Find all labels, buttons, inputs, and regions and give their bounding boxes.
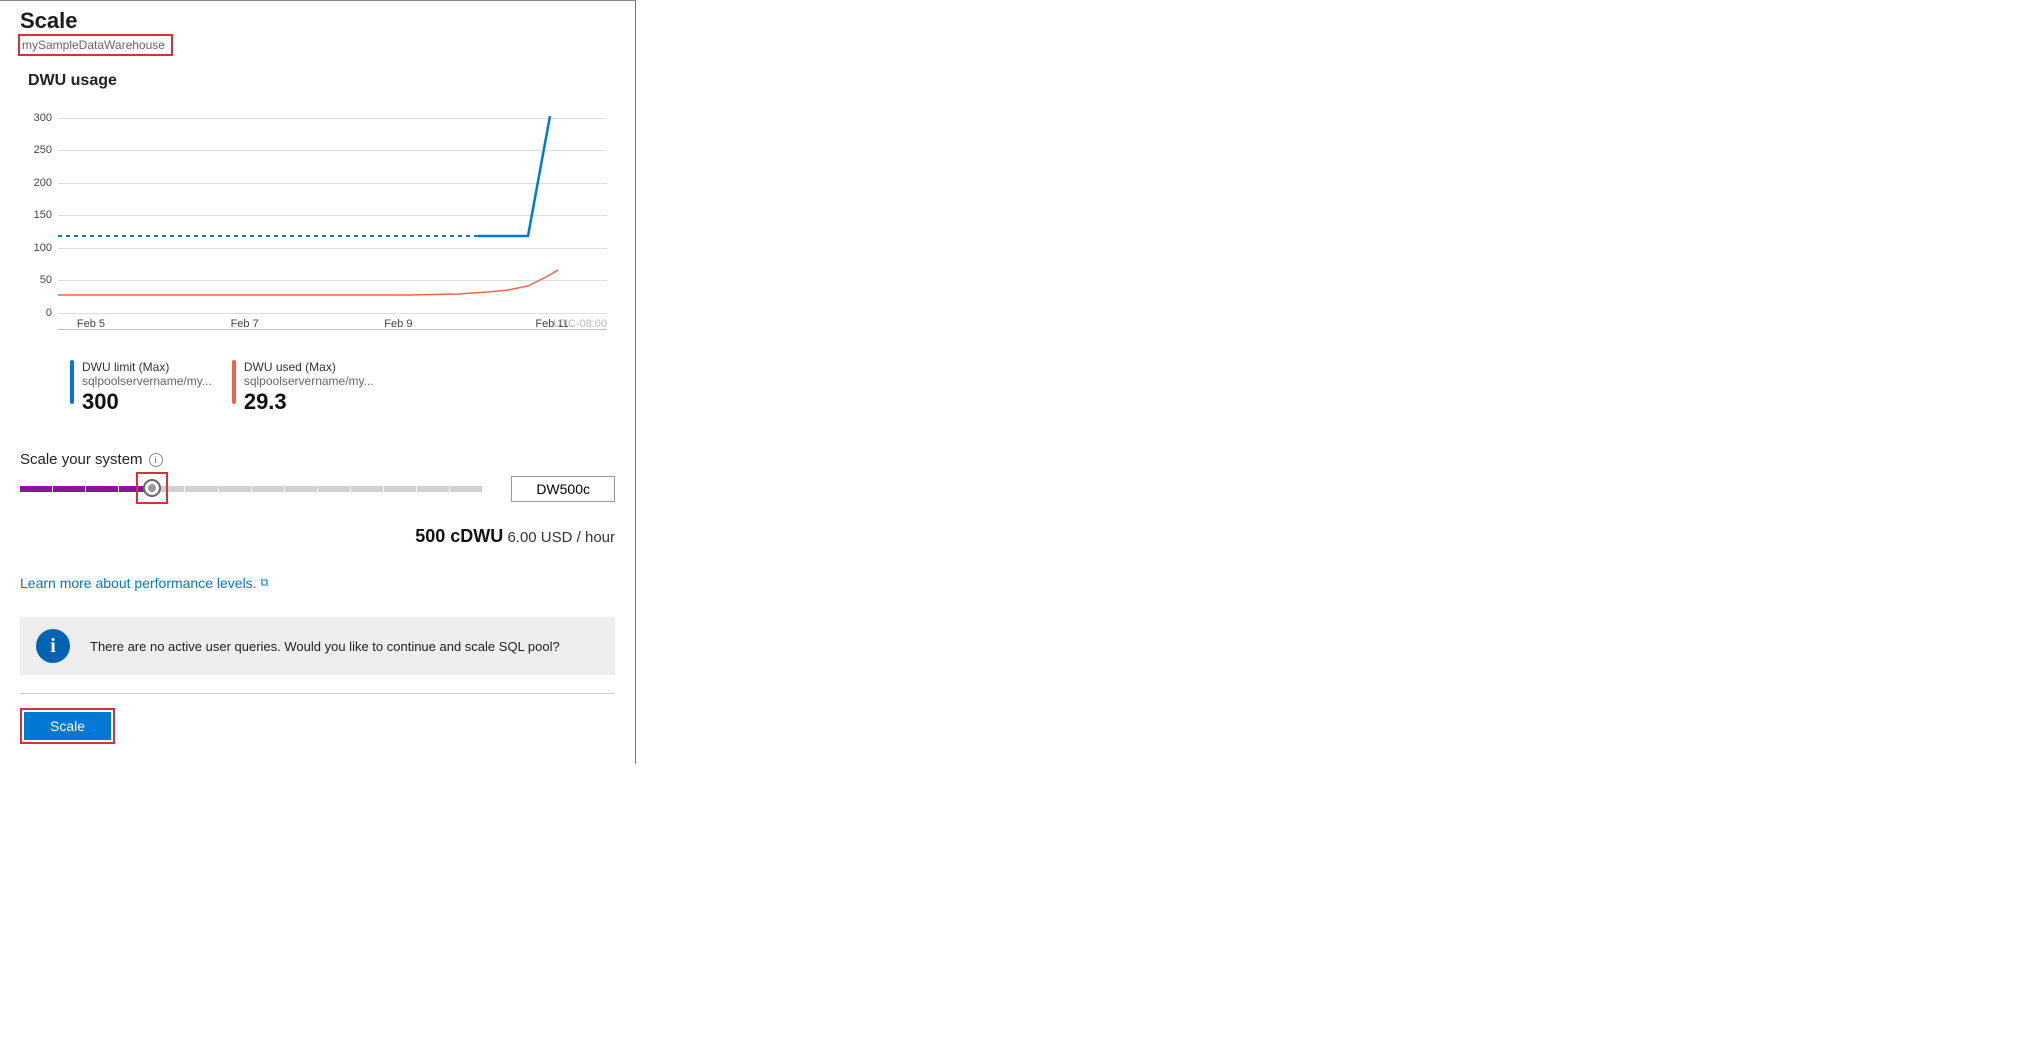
ytick: 50	[28, 274, 52, 286]
legend-label: DWU limit (Max)	[82, 360, 212, 374]
xtick: Feb 5	[77, 318, 105, 330]
info-icon[interactable]: i	[149, 453, 163, 467]
ytick: 100	[28, 242, 52, 254]
learn-more-link[interactable]: Learn more about performance levels. ⧉	[0, 547, 268, 591]
separator	[20, 693, 615, 694]
xtick: Feb 7	[231, 318, 259, 330]
timezone-label: UTC-08:00	[553, 318, 607, 330]
dwu-selected-value[interactable]: DW500c	[511, 476, 615, 502]
legend-value: 29.3	[244, 389, 374, 415]
legend-item-limit: DWU limit (Max) sqlpoolservername/my... …	[70, 360, 212, 415]
resource-name-highlight: mySampleDataWarehouse	[18, 34, 173, 56]
legend-sub: sqlpoolservername/my...	[244, 374, 374, 388]
scale-button-highlight: Scale	[20, 708, 115, 744]
legend-color-bar	[232, 360, 236, 404]
slider-thumb-highlight[interactable]	[136, 472, 168, 504]
ytick: 200	[28, 177, 52, 189]
ytick: 250	[28, 144, 52, 156]
dwu-slider[interactable]	[20, 476, 483, 502]
info-banner: i There are no active user queries. Woul…	[20, 617, 615, 675]
scale-button[interactable]: Scale	[24, 712, 111, 740]
resource-name: mySampleDataWarehouse	[22, 38, 165, 52]
slider-thumb[interactable]	[143, 479, 161, 497]
legend-sub: sqlpoolservername/my...	[82, 374, 212, 388]
ytick: 150	[28, 209, 52, 221]
scale-section-label: Scale your system	[20, 451, 143, 468]
legend-color-bar	[70, 360, 74, 404]
dwu-usage-heading: DWU usage	[0, 58, 635, 90]
ytick: 300	[28, 112, 52, 124]
legend-value: 300	[82, 389, 212, 415]
xtick: Feb 9	[384, 318, 412, 330]
dwu-usage-chart: 300 250 200 150 100 50 0 Feb 5	[28, 100, 607, 350]
page-title: Scale	[20, 8, 615, 34]
external-link-icon: ⧉	[261, 577, 269, 590]
legend-item-used: DWU used (Max) sqlpoolservername/my... 2…	[232, 360, 374, 415]
ytick: 0	[28, 307, 52, 319]
info-banner-text: There are no active user queries. Would …	[90, 639, 560, 654]
cost-summary: 500 cDWU 6.00 USD / hour	[0, 502, 635, 547]
legend-label: DWU used (Max)	[244, 360, 374, 374]
info-icon: i	[36, 629, 70, 663]
